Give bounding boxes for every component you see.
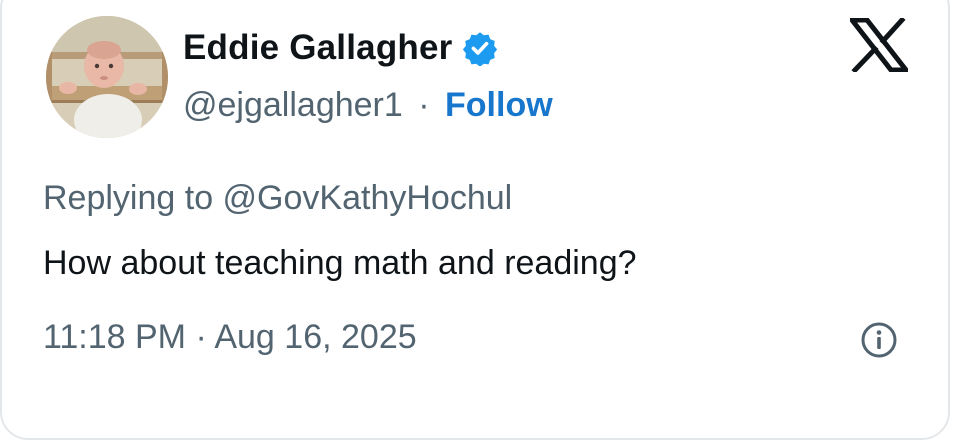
info-icon[interactable] — [860, 321, 898, 359]
x-logo-icon[interactable] — [850, 18, 908, 72]
author-display-name[interactable]: Eddie Gallagher — [183, 28, 452, 68]
author-handle[interactable]: @ejgallagher1 — [183, 86, 403, 124]
verified-badge-icon[interactable] — [462, 30, 498, 66]
follow-link[interactable]: Follow — [445, 86, 553, 124]
avatar-photo — [46, 16, 168, 138]
author-name-row: Eddie Gallagher — [183, 28, 498, 68]
tweet-card[interactable]: Eddie Gallagher @ejgallagher1 · Follow R… — [0, 0, 950, 440]
tweet-text: How about teaching math and reading? — [43, 244, 637, 282]
tweet-timestamp[interactable]: 11:18 PM · Aug 16, 2025 — [43, 318, 417, 357]
author-handle-row: @ejgallagher1 · Follow — [183, 86, 553, 125]
author-avatar[interactable] — [46, 16, 168, 138]
separator-dot: · — [418, 86, 430, 124]
reply-context[interactable]: Replying to @GovKathyHochul — [43, 179, 512, 218]
